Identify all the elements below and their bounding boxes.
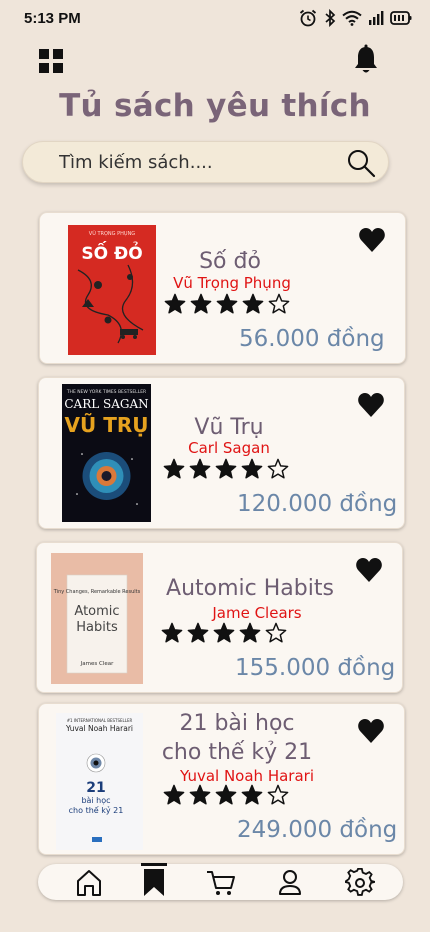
book-cover-image: Tiny Changes, Remarkable Results Atomic …: [51, 553, 143, 684]
book-title: Automic Habits: [166, 576, 334, 601]
nav-home[interactable]: [74, 868, 104, 898]
star-filled-icon: [242, 293, 264, 314]
star-empty-icon: [265, 622, 287, 643]
book-title: Vũ Trụ: [194, 415, 264, 440]
star-filled-icon: [163, 784, 185, 805]
alarm-icon: [299, 9, 317, 27]
star-filled-icon: [216, 293, 238, 314]
signal-icon: [369, 11, 384, 25]
cover-subtitle-text: Tiny Changes, Remarkable Results: [53, 589, 141, 595]
star-filled-icon: [189, 784, 211, 805]
star-empty-icon: [268, 293, 290, 314]
status-bar: 5:13 PM: [0, 0, 430, 36]
search-icon[interactable]: [346, 148, 376, 178]
cart-icon: [207, 871, 235, 895]
star-filled-icon: [215, 458, 237, 479]
search-bar: [22, 141, 389, 183]
heart-icon[interactable]: [358, 227, 386, 253]
cover-author-text: Yuval Noah Harari: [65, 724, 133, 733]
cover-author-text: James Clear: [80, 661, 114, 667]
rating-stars: [164, 293, 290, 315]
heart-icon[interactable]: [357, 392, 385, 418]
heart-icon[interactable]: [357, 718, 385, 744]
cover-title-text: VŨ TRỤ: [65, 413, 149, 437]
book-price: 155.000 đồng: [235, 655, 396, 681]
book-card[interactable]: #1 INTERNATIONAL BESTSELLER Yuval Noah H…: [38, 703, 405, 855]
status-icons: [298, 9, 412, 27]
book-author: Jame Clears: [212, 604, 302, 622]
nav-profile[interactable]: [275, 868, 305, 898]
svg-text:#1 INTERNATIONAL BESTSELLER: #1 INTERNATIONAL BESTSELLER: [67, 718, 133, 723]
book-price: 249.000 đồng: [237, 817, 398, 843]
rating-stars: [161, 622, 287, 644]
cover-title-text: Habits: [76, 620, 118, 635]
bookmark-icon: [141, 863, 167, 896]
battery-icon: [390, 11, 412, 25]
star-filled-icon: [213, 622, 235, 643]
star-filled-icon: [163, 458, 185, 479]
star-filled-icon: [241, 458, 263, 479]
bluetooth-icon: [325, 9, 336, 27]
book-title-line: 21 bài học: [179, 711, 295, 736]
svg-text:THE NEW YORK TIMES BESTSELLER: THE NEW YORK TIMES BESTSELLER: [66, 389, 146, 395]
rating-stars: [163, 784, 289, 806]
svg-text:VŨ TRỌNG PHỤNG: VŨ TRỌNG PHỤNG: [89, 230, 136, 237]
book-title: 21 bài học cho thế kỷ 21: [157, 709, 317, 767]
book-price: 120.000 đồng: [237, 491, 398, 517]
cover-title-text: cho thế kỷ 21: [69, 805, 124, 815]
settings-icon: [345, 868, 375, 896]
star-filled-icon: [190, 293, 212, 314]
book-author: Vũ Trọng Phụng: [173, 274, 291, 292]
bell-icon[interactable]: [352, 44, 380, 76]
search-input[interactable]: [59, 142, 339, 182]
profile-icon: [279, 870, 301, 895]
book-cover-image: #1 INTERNATIONAL BESTSELLER Yuval Noah H…: [56, 713, 143, 850]
wifi-icon: [342, 10, 362, 26]
cover-title-text: SỐ ĐỎ: [81, 240, 142, 264]
star-empty-icon: [267, 784, 289, 805]
book-cover-image: THE NEW YORK TIMES BESTSELLER CARL SAGAN…: [62, 384, 151, 522]
star-empty-icon: [267, 458, 289, 479]
book-author: Yuval Noah Harari: [180, 767, 314, 785]
book-title-line: cho thế kỷ 21: [161, 740, 313, 765]
status-time: 5:13 PM: [24, 9, 81, 27]
page-title: Tủ sách yêu thích: [59, 88, 371, 124]
star-filled-icon: [187, 622, 209, 643]
book-title: Số đỏ: [199, 249, 261, 274]
book-author: Carl Sagan: [188, 439, 270, 457]
nav-settings[interactable]: [345, 868, 375, 898]
home-icon: [77, 870, 101, 896]
cover-title-text: bài học: [81, 796, 110, 805]
star-filled-icon: [215, 784, 237, 805]
book-cover-image: VŨ TRỌNG PHỤNG SỐ ĐỎ: [68, 225, 156, 355]
nav-bookmark[interactable]: [139, 863, 169, 897]
cover-author-text: CARL SAGAN: [64, 397, 148, 411]
cover-title-text: Atomic: [74, 604, 119, 619]
star-filled-icon: [241, 784, 263, 805]
heart-icon[interactable]: [355, 557, 383, 583]
book-card[interactable]: Tiny Changes, Remarkable Results Atomic …: [36, 542, 403, 693]
top-bar: [0, 40, 430, 80]
grid-menu-icon[interactable]: [38, 48, 64, 74]
star-filled-icon: [189, 458, 211, 479]
star-filled-icon: [161, 622, 183, 643]
book-price: 56.000 đồng: [239, 326, 385, 352]
nav-cart[interactable]: [206, 868, 236, 898]
book-card[interactable]: THE NEW YORK TIMES BESTSELLER CARL SAGAN…: [38, 377, 405, 529]
bottom-nav: [38, 863, 403, 900]
cover-number-text: 21: [86, 780, 105, 796]
book-card[interactable]: VŨ TRỌNG PHỤNG SỐ ĐỎ Số đỏ Vũ Trọng Phụn…: [39, 212, 406, 364]
star-filled-icon: [239, 622, 261, 643]
star-filled-icon: [164, 293, 186, 314]
rating-stars: [163, 458, 289, 480]
